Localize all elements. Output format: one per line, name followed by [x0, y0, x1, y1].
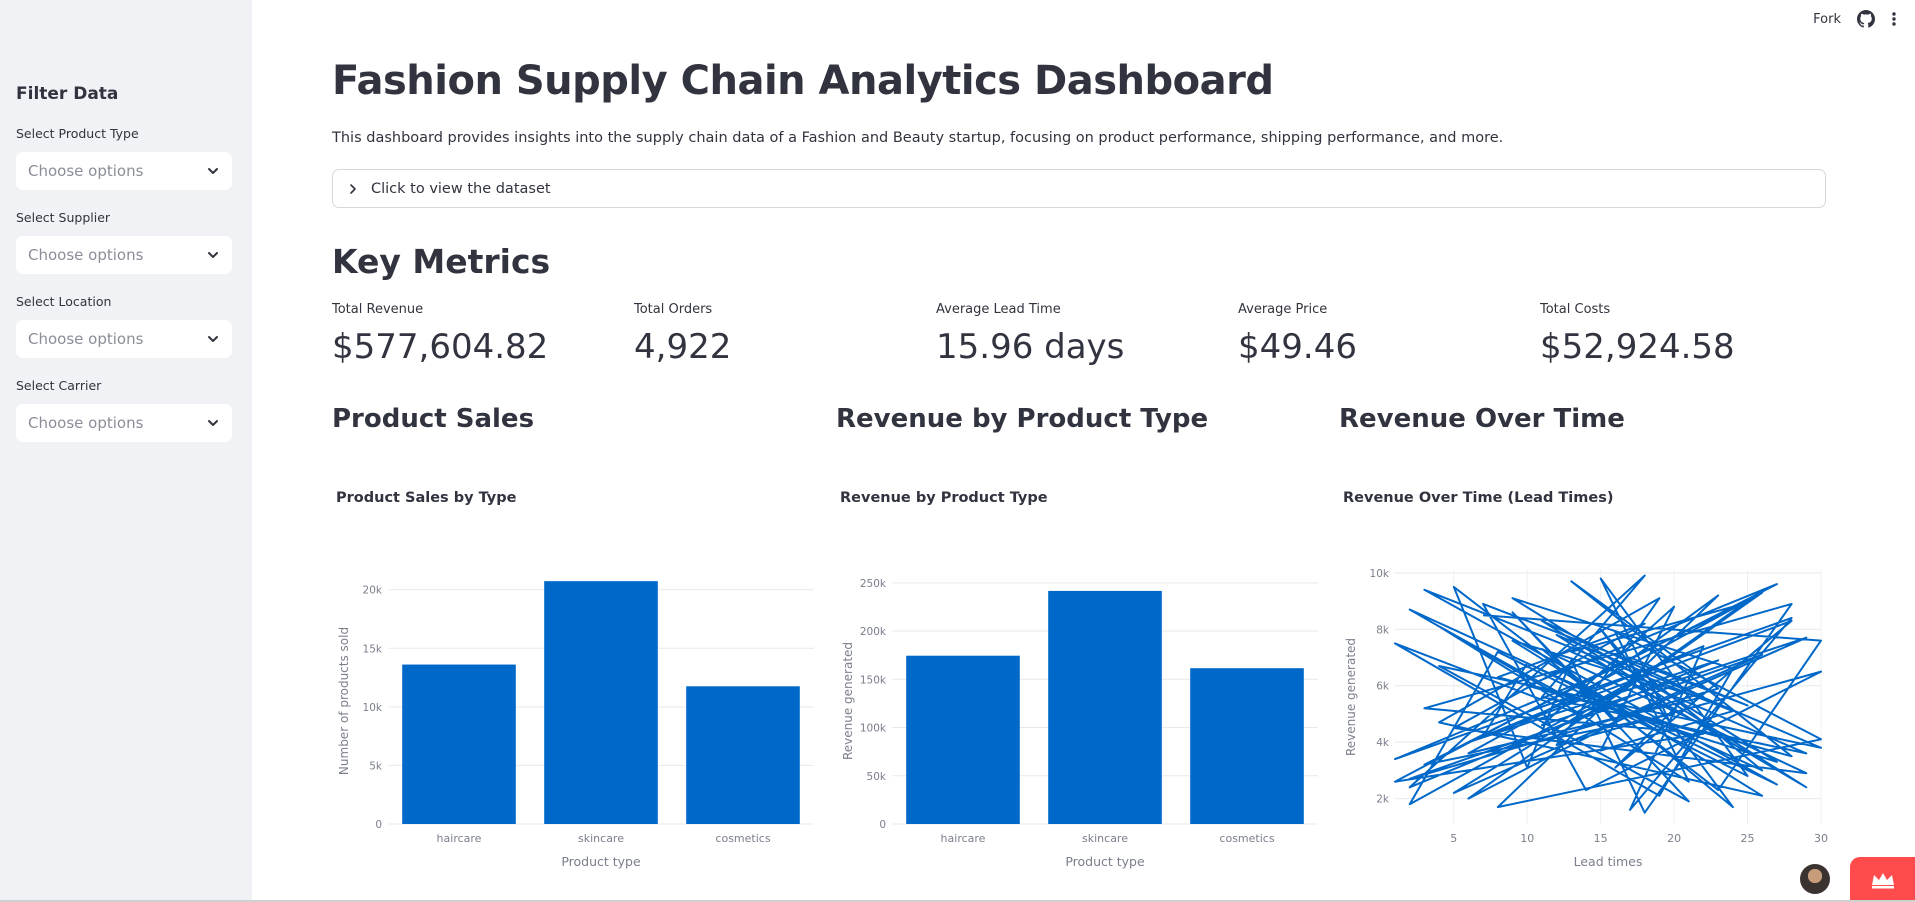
dataset-expander[interactable]: Click to view the dataset — [332, 169, 1826, 208]
x-axis-label: Product type — [1065, 854, 1145, 869]
app-toolbar: Fork — [1813, 10, 1897, 28]
y-tick-label: 8k — [1376, 624, 1390, 636]
y-tick-label: 10k — [1370, 568, 1390, 580]
y-tick-label: 4k — [1376, 737, 1390, 749]
carrier-multiselect[interactable]: Choose options — [16, 404, 232, 442]
revenue-bar-svg: 0 50k 100k 150k 200k 250k haircare skincare cosm… — [841, 578, 1318, 869]
metric-value: 4,922 — [634, 327, 732, 367]
x-tick-label: haircare — [941, 832, 986, 845]
metric-label: Total Revenue — [332, 302, 424, 317]
location-multiselect[interactable]: Choose options — [16, 320, 232, 358]
sidebar: Filter Data Select Product Type Choose o… — [0, 0, 252, 902]
chevron-down-icon — [208, 252, 218, 258]
y-tick-label: 6k — [1376, 681, 1390, 693]
kebab-menu-icon[interactable] — [1891, 11, 1897, 27]
chevron-down-icon — [208, 420, 218, 426]
bar-skincare — [1048, 590, 1162, 824]
y-axis-label: Number of products sold — [337, 627, 351, 775]
y-axis-label: Revenue generated — [841, 642, 855, 760]
y-tick-label: 15k — [363, 643, 383, 655]
x-tick-label: 5 — [1450, 832, 1457, 845]
metric-total-costs: Total Costs $52,924.58 — [1540, 302, 1735, 367]
x-tick-label: skincare — [578, 832, 624, 845]
revenue-over-time-chart[interactable]: Revenue Over Time (Lead Times) 2k 4k 6k 8k 1… — [1339, 472, 1829, 882]
product-sales-bar-svg: 0 5k 10k 15k 20k haircare skincare cosmetics Pro… — [337, 581, 814, 869]
metric-total-orders: Total Orders 4,922 — [634, 302, 731, 367]
y-tick-label: 50k — [867, 771, 887, 783]
github-icon[interactable] — [1857, 10, 1875, 28]
x-tick-label: 15 — [1594, 832, 1608, 845]
y-axis-label: Revenue generated — [1344, 638, 1358, 756]
bar-cosmetics — [1190, 668, 1304, 824]
multiselect-placeholder: Choose options — [28, 414, 144, 432]
metric-label: Average Lead Time — [936, 302, 1061, 317]
bar-haircare — [402, 664, 516, 824]
x-tick-label: haircare — [437, 832, 482, 845]
metric-label: Total Orders — [634, 302, 713, 317]
y-tick-label: 2k — [1376, 794, 1390, 806]
filter-label-location: Select Location — [16, 294, 112, 309]
supplier-multiselect[interactable]: Choose options — [16, 236, 232, 274]
y-tick-label: 200k — [860, 626, 887, 638]
product-sales-chart[interactable]: Product Sales by Type 0 5k 10k 15k 20k hairca… — [332, 472, 822, 882]
revenue-line-svg: 2k 4k 6k 8k 10k 5 10 15 20 25 30 Lead times Revenue … — [1344, 568, 1828, 869]
multiselect-placeholder: Choose options — [28, 162, 144, 180]
metric-label: Average Price — [1238, 302, 1328, 317]
crown-icon — [1871, 872, 1894, 888]
filter-label-product-type: Select Product Type — [16, 126, 139, 141]
x-tick-label: cosmetics — [715, 832, 770, 845]
x-tick-label: cosmetics — [1219, 832, 1274, 845]
key-metrics-heading: Key Metrics — [332, 242, 551, 281]
page-description: This dashboard provides insights into th… — [332, 130, 1504, 146]
metric-total-revenue: Total Revenue $577,604.82 — [332, 302, 548, 367]
metric-label: Total Costs — [1540, 302, 1611, 317]
y-tick-label: 5k — [369, 760, 383, 772]
y-tick-label: 150k — [860, 674, 887, 686]
chevron-down-icon — [208, 336, 218, 342]
revenue-over-time-heading: Revenue Over Time — [1339, 404, 1625, 434]
metric-value: $49.46 — [1238, 327, 1357, 367]
revenue-by-type-heading: Revenue by Product Type — [836, 404, 1209, 434]
y-tick-label: 10k — [363, 702, 383, 714]
x-tick-label: skincare — [1082, 832, 1128, 845]
x-tick-label: 20 — [1667, 832, 1681, 845]
metric-value: $577,604.82 — [332, 327, 549, 367]
streamlit-badge-button[interactable] — [1850, 857, 1915, 902]
revenue-by-type-chart[interactable]: Revenue by Product Type 0 50k 100k 150k 200k… — [836, 472, 1326, 882]
y-tick-label: 20k — [363, 585, 383, 597]
metric-average-lead-time: Average Lead Time 15.96 days — [936, 302, 1124, 367]
page-title: Fashion Supply Chain Analytics Dashboard — [332, 58, 1274, 104]
y-tick-label: 100k — [860, 723, 887, 735]
x-tick-label: 30 — [1814, 832, 1828, 845]
bar-skincare — [544, 581, 658, 824]
chevron-right-icon — [350, 183, 356, 194]
filter-label-carrier: Select Carrier — [16, 378, 102, 393]
x-axis-label: Lead times — [1574, 854, 1643, 869]
y-tick-label: 0 — [375, 819, 382, 831]
product-sales-heading: Product Sales — [332, 404, 535, 434]
x-axis-label: Product type — [561, 854, 641, 869]
y-tick-label: 250k — [860, 578, 887, 590]
bar-haircare — [906, 655, 1020, 824]
multiselect-placeholder: Choose options — [28, 246, 144, 264]
product-type-multiselect[interactable]: Choose options — [16, 152, 232, 190]
series-line — [1394, 574, 1822, 814]
sidebar-title: Filter Data — [16, 84, 119, 104]
chart-title: Revenue by Product Type — [840, 490, 1048, 506]
metric-average-price: Average Price $49.46 — [1238, 302, 1357, 367]
x-tick-label: 10 — [1520, 832, 1534, 845]
filter-label-supplier: Select Supplier — [16, 210, 111, 225]
y-tick-label: 0 — [879, 819, 886, 831]
multiselect-placeholder: Choose options — [28, 330, 144, 348]
x-tick-label: 25 — [1741, 832, 1755, 845]
avatar[interactable] — [1800, 864, 1830, 894]
expander-label: Click to view the dataset — [371, 180, 551, 197]
metric-value: 15.96 days — [936, 327, 1125, 367]
chart-title: Product Sales by Type — [336, 490, 517, 506]
fork-button[interactable]: Fork — [1813, 12, 1841, 27]
chart-title: Revenue Over Time (Lead Times) — [1343, 490, 1614, 506]
chevron-down-icon — [208, 168, 218, 174]
bar-cosmetics — [686, 686, 800, 824]
metric-value: $52,924.58 — [1540, 327, 1735, 367]
